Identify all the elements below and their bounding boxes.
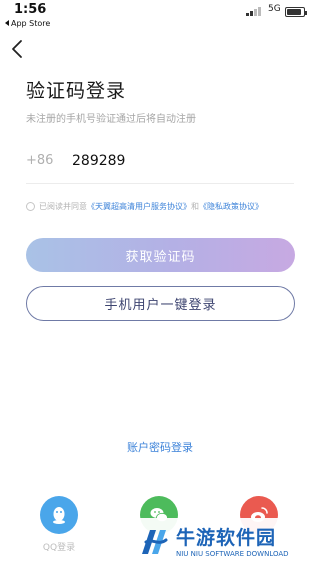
watermark-subtitle: NIU NIU SOFTWARE DOWNLOAD bbox=[176, 550, 289, 558]
back-app-label: App Store bbox=[11, 19, 51, 28]
phone-input-row: +86 bbox=[26, 150, 294, 184]
agreement-row: 已阅读并同意《天翼超高清用户服务协议》和《隐私政策协议》 bbox=[26, 201, 318, 215]
battery-level bbox=[287, 9, 301, 15]
qq-login-button[interactable] bbox=[40, 496, 78, 534]
country-code[interactable]: +86 bbox=[26, 153, 53, 168]
page-subtitle: 未注册的手机号验证通过后将自动注册 bbox=[26, 114, 196, 125]
back-button[interactable] bbox=[8, 38, 28, 60]
niu-you-logo-icon bbox=[142, 530, 168, 554]
back-to-app-store-link[interactable]: App Store bbox=[5, 19, 50, 28]
signal-strength-icon bbox=[246, 7, 264, 16]
network-type: 5G bbox=[268, 4, 281, 14]
one-click-login-button[interactable]: 手机用户一键登录 bbox=[26, 286, 295, 321]
get-verification-code-button[interactable]: 获取验证码 bbox=[26, 238, 295, 272]
status-time: 1:56 bbox=[14, 2, 47, 17]
user-service-agreement-link[interactable]: 《天翼超高清用户服务协议》 bbox=[87, 202, 191, 211]
watermark-title: 牛游软件园 bbox=[176, 527, 277, 549]
phone-number-input[interactable] bbox=[72, 150, 272, 172]
agreement-and: 和 bbox=[191, 202, 199, 211]
status-bar: 1:56 App Store 5G bbox=[0, 0, 320, 34]
password-login-link[interactable]: 账户密码登录 bbox=[0, 439, 320, 455]
agreement-prefix: 已阅读并同意 bbox=[39, 202, 87, 211]
chevron-left-icon bbox=[12, 40, 22, 58]
privacy-policy-link[interactable]: 《隐私政策协议》 bbox=[199, 202, 263, 211]
page-title: 验证码登录 bbox=[26, 80, 127, 102]
watermark: 牛游软件园 NIU NIU SOFTWARE DOWNLOAD bbox=[132, 518, 312, 566]
back-arrow-small-icon bbox=[5, 20, 9, 26]
battery-icon bbox=[285, 7, 307, 17]
agreement-checkbox[interactable] bbox=[26, 202, 35, 211]
qq-icon bbox=[53, 507, 65, 524]
qq-login-label: QQ登录 bbox=[42, 543, 76, 553]
